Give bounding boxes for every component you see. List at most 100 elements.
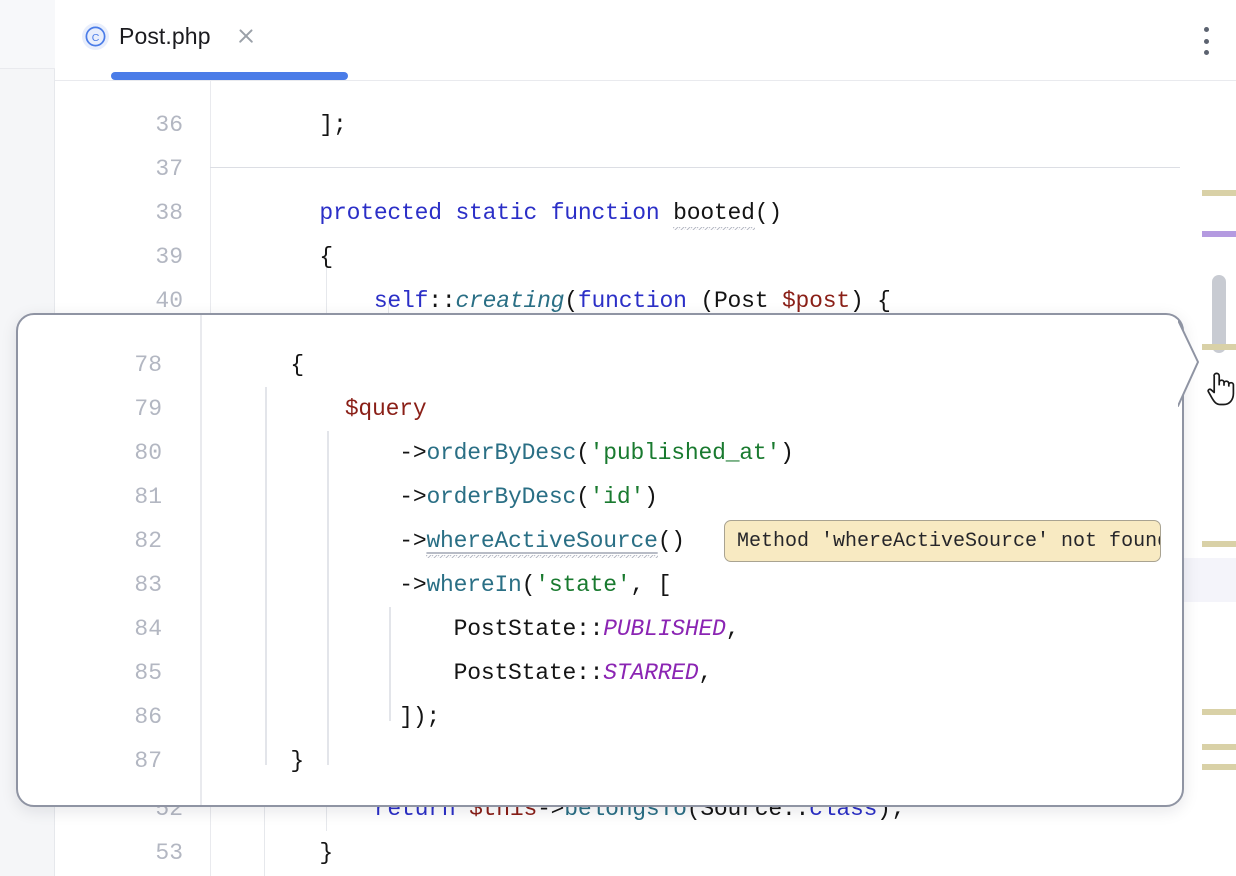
code-token: orderByDesc (426, 440, 577, 466)
code-token: booted (673, 200, 755, 230)
code-token: } (236, 748, 305, 774)
line-code: } (203, 840, 333, 866)
code-token: ( (576, 440, 590, 466)
code-token: :: (576, 616, 604, 642)
code-token: :: (428, 288, 456, 314)
popup-line[interactable]: 78 { (18, 343, 1182, 387)
editor-line[interactable]: 53 } (55, 831, 1236, 875)
code-token: ( (564, 288, 578, 314)
code-token: function (577, 288, 687, 314)
warning-marker[interactable] (1202, 541, 1236, 547)
popup-line-code: $query (184, 396, 427, 422)
pointing-hand-cursor (1207, 372, 1235, 406)
popup-line-code: PostState::STARRED, (184, 660, 713, 686)
code-token: , [ (630, 572, 672, 598)
code-token: ]; (265, 112, 347, 138)
popup-line[interactable]: 80 ->orderByDesc('published_at') (18, 431, 1182, 475)
code-token: , (698, 660, 713, 686)
current-line-highlight (1180, 558, 1236, 602)
editor-line[interactable]: 37 (55, 147, 1236, 191)
popup-line-code: } (184, 748, 304, 774)
code-token: { (236, 352, 305, 378)
kebab-menu-icon[interactable] (1203, 27, 1209, 55)
popup-line-number: 78 (134, 352, 162, 378)
error-tooltip: Method 'whereActiveSource' not found (724, 520, 1161, 562)
popup-line[interactable]: 85 PostState::STARRED, (18, 651, 1182, 695)
code-token: 'state' (535, 572, 631, 598)
scrollbar-marker-rail[interactable] (1180, 81, 1236, 876)
svg-text:C: C (92, 31, 100, 43)
code-token: ) { (849, 288, 891, 314)
code-token: static (455, 200, 538, 226)
code-token: orderByDesc (426, 484, 577, 510)
popup-indent-guide (327, 431, 329, 765)
tab-label: Post.php (119, 22, 211, 49)
code-token: whereActiveSource (426, 528, 658, 558)
popup-indent-guide (389, 607, 391, 721)
line-number: 38 (155, 200, 183, 226)
popup-line-code: ->orderByDesc('id') (184, 484, 658, 510)
warning-marker[interactable] (1202, 764, 1236, 770)
line-number: 40 (155, 288, 183, 314)
line-code: self::creating(function (Post $post) { (203, 288, 891, 314)
line-number: 37 (155, 156, 183, 182)
popup-line[interactable]: 83 ->whereIn('state', [ (18, 563, 1182, 607)
popup-line[interactable]: 87 } (18, 739, 1182, 783)
code-token: () (754, 200, 782, 226)
editor-tab-bar: C Post.php (55, 0, 1236, 81)
popup-line-number: 87 (134, 748, 162, 774)
line-code: { (203, 244, 333, 270)
editor-line[interactable]: 39 { (55, 235, 1236, 279)
popup-line-number: 80 (134, 440, 162, 466)
code-token: whereIn (426, 572, 522, 598)
warning-marker[interactable] (1202, 190, 1236, 196)
line-number: 53 (155, 840, 183, 866)
code-token: $post (781, 288, 850, 314)
editor-line[interactable]: 38 protected static function booted() (55, 191, 1236, 235)
popup-line-code: ]); (184, 704, 440, 730)
purple-marker[interactable] (1202, 231, 1236, 237)
code-token: ( (576, 484, 590, 510)
close-icon[interactable] (235, 25, 257, 47)
popup-indent-guide (265, 387, 267, 765)
warning-marker[interactable] (1202, 709, 1236, 715)
warning-marker[interactable] (1202, 744, 1236, 750)
popup-line-number: 84 (134, 616, 162, 642)
popup-line-number: 83 (134, 572, 162, 598)
code-token: 'id' (589, 484, 645, 510)
popup-line-code: ->orderByDesc('published_at') (184, 440, 794, 466)
code-token: creating (455, 288, 565, 314)
tab-post-php[interactable]: C Post.php (56, 0, 279, 80)
code-token: PostState (236, 660, 577, 686)
code-token: ]); (236, 704, 441, 730)
popup-line[interactable]: 81 ->orderByDesc('id') (18, 475, 1182, 519)
code-token: 'published_at' (589, 440, 781, 466)
popup-line-number: 81 (134, 484, 162, 510)
popup-line[interactable]: 79 $query (18, 387, 1182, 431)
line-number: 39 (155, 244, 183, 270)
line-code: protected static function booted() (203, 200, 782, 230)
editor-line[interactable]: 36 ]; (55, 103, 1236, 147)
code-token: PUBLISHED (603, 616, 726, 642)
code-token: protected (319, 200, 442, 226)
code-token: :: (576, 660, 604, 686)
code-token: } (265, 840, 334, 866)
code-token: PostState (236, 616, 577, 642)
code-token: function (550, 200, 660, 226)
code-token: self (373, 288, 429, 314)
line-number: 36 (155, 112, 183, 138)
active-tab-indicator (111, 72, 348, 80)
php-class-icon: C (82, 22, 109, 50)
popup-line-code: PostState::PUBLISHED, (184, 616, 740, 642)
line-code: ]; (203, 112, 347, 138)
popup-line[interactable]: 84 PostState::PUBLISHED, (18, 607, 1182, 651)
popup-line[interactable]: 86 ]); (18, 695, 1182, 739)
popup-line-number: 85 (134, 660, 162, 686)
code-token: (Post (686, 288, 782, 314)
